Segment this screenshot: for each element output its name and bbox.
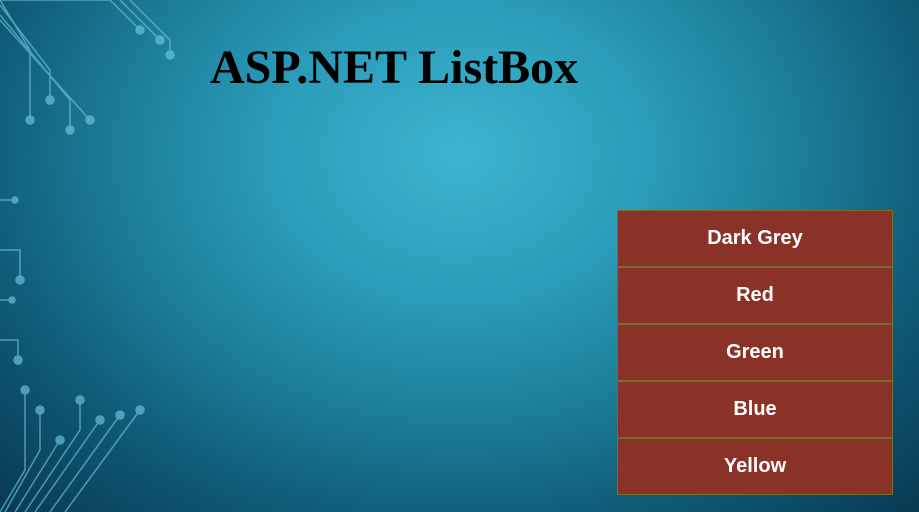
list-item[interactable]: Dark Grey [618,211,892,268]
page-title: ASP.NET ListBox [210,40,578,95]
color-listbox[interactable]: Dark Grey Red Green Blue Yellow [617,210,893,495]
list-item[interactable]: Red [618,268,892,325]
list-item[interactable]: Green [618,325,892,382]
list-item[interactable]: Blue [618,382,892,439]
list-item[interactable]: Yellow [618,439,892,494]
circuit-decoration-icon [0,0,200,512]
